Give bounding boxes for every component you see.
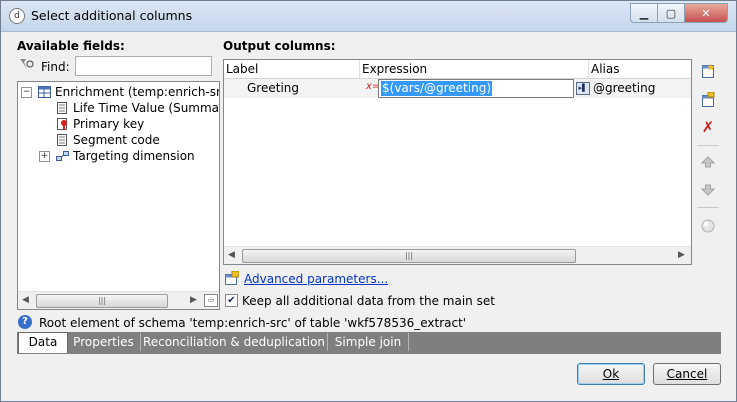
keep-data-label[interactable]: Keep all additional data from the main s… (242, 294, 495, 308)
link-icon (56, 150, 69, 162)
tree-label: Primary key (73, 117, 145, 131)
expand-icon[interactable]: + (39, 150, 50, 162)
collapse-icon[interactable]: − (21, 86, 32, 98)
add-column-icon[interactable] (699, 62, 717, 80)
table-row[interactable]: Greeting x= $(vars/@greeting) ▸▌ @greeti… (224, 79, 691, 98)
scroll-right-icon[interactable]: ▶ (678, 250, 685, 260)
find-label: Find: (41, 60, 70, 74)
window-title: Select additional columns (31, 8, 193, 23)
title-bar[interactable]: d Select additional columns ▁ ▢ ✕ (1, 1, 736, 32)
tree-node-primary-key[interactable]: Primary key (56, 117, 144, 131)
find-input[interactable] (75, 56, 212, 76)
row-alias-cell[interactable]: @greeting (593, 81, 655, 95)
expression-editor-icon[interactable]: ▸▌ (576, 82, 590, 95)
column-header-expression[interactable]: Expression (362, 62, 427, 76)
scroll-thumb[interactable]: ||| (242, 249, 576, 263)
column-divider[interactable] (588, 60, 589, 78)
edit-column-icon[interactable] (699, 91, 717, 109)
key-icon (56, 118, 69, 130)
tab-properties[interactable]: Properties (67, 333, 141, 351)
expression-value[interactable]: $(vars/@greeting) (381, 81, 492, 96)
tab-simple-join[interactable]: Simple join (328, 333, 409, 351)
minimize-button[interactable]: ▁ (630, 3, 658, 23)
table-icon (38, 86, 51, 98)
tree-horizontal-scrollbar[interactable]: ◀ ||| ▶ ▭ (18, 291, 219, 309)
keep-data-checkbox[interactable]: ✔ (225, 294, 238, 307)
dialog-window: d Select additional columns ▁ ▢ ✕ Availa… (0, 0, 737, 402)
tree-node-targeting-dimension[interactable]: + Targeting dimension (39, 149, 195, 163)
cancel-button[interactable]: Cancel (653, 363, 721, 385)
close-button[interactable]: ✕ (685, 3, 728, 23)
column-header-alias[interactable]: Alias (591, 62, 619, 76)
tree-node-enrichment[interactable]: − Enrichment (temp:enrich-src) (21, 85, 220, 99)
tree-label: Enrichment (temp:enrich-src) (55, 85, 220, 99)
move-up-icon[interactable] (699, 153, 717, 171)
column-divider[interactable] (359, 60, 360, 78)
distribute-icon[interactable] (699, 217, 717, 235)
tree-label: Life Time Value (Summary o (73, 101, 220, 115)
tab-data[interactable]: Data (18, 332, 68, 353)
tree-node-life-time-value[interactable]: Life Time Value (Summary o (56, 101, 220, 115)
maximize-button[interactable]: ▢ (658, 3, 685, 23)
field-icon (56, 134, 69, 146)
advanced-parameters-link[interactable]: Advanced parameters... (244, 272, 388, 286)
help-icon: ? (18, 315, 32, 329)
expression-input[interactable]: $(vars/@greeting) (378, 79, 574, 98)
scroll-right-icon[interactable]: ▶ (190, 295, 197, 305)
column-header-label[interactable]: Label (226, 62, 258, 76)
scroll-left-icon[interactable]: ◀ (228, 250, 235, 260)
output-columns-heading: Output columns: (223, 39, 336, 53)
available-fields-tree[interactable]: − Enrichment (temp:enrich-src) Life Time… (17, 81, 220, 310)
tab-reconciliation[interactable]: Reconciliation & deduplication (141, 333, 328, 351)
row-label-cell[interactable]: Greeting (247, 81, 299, 95)
scroll-left-icon[interactable]: ◀ (22, 295, 29, 305)
status-text: Root element of schema 'temp:enrich-src'… (39, 316, 467, 330)
scroll-thumb[interactable]: ||| (36, 294, 168, 308)
find-icon (19, 57, 35, 71)
toolbar-separator (697, 145, 719, 146)
tree-node-segment-code[interactable]: Segment code (56, 133, 160, 147)
field-icon (56, 102, 69, 114)
cancel-button-label: Cancel (666, 367, 708, 381)
app-icon: d (9, 8, 25, 24)
tree-label: Segment code (73, 133, 160, 147)
tree-label: Targeting dimension (73, 149, 195, 163)
tab-strip: Data Properties Reconciliation & dedupli… (17, 332, 721, 354)
advanced-parameters-icon[interactable] (225, 270, 240, 285)
tree-options-icon[interactable]: ▭ (204, 294, 218, 307)
output-columns-grid[interactable]: Label Expression Alias Greeting x= $(var… (223, 59, 692, 265)
delete-icon[interactable]: ✗ (699, 118, 717, 136)
available-fields-heading: Available fields: (17, 39, 125, 53)
move-down-icon[interactable] (699, 181, 717, 199)
grid-header: Label Expression Alias (224, 60, 691, 79)
grid-horizontal-scrollbar[interactable]: ◀ ||| ▶ (224, 246, 691, 264)
ok-button-label: Ok (602, 367, 620, 381)
ok-button[interactable]: Ok (577, 363, 645, 385)
toolbar-separator (697, 207, 719, 208)
caption-buttons: ▁ ▢ ✕ (630, 3, 728, 23)
